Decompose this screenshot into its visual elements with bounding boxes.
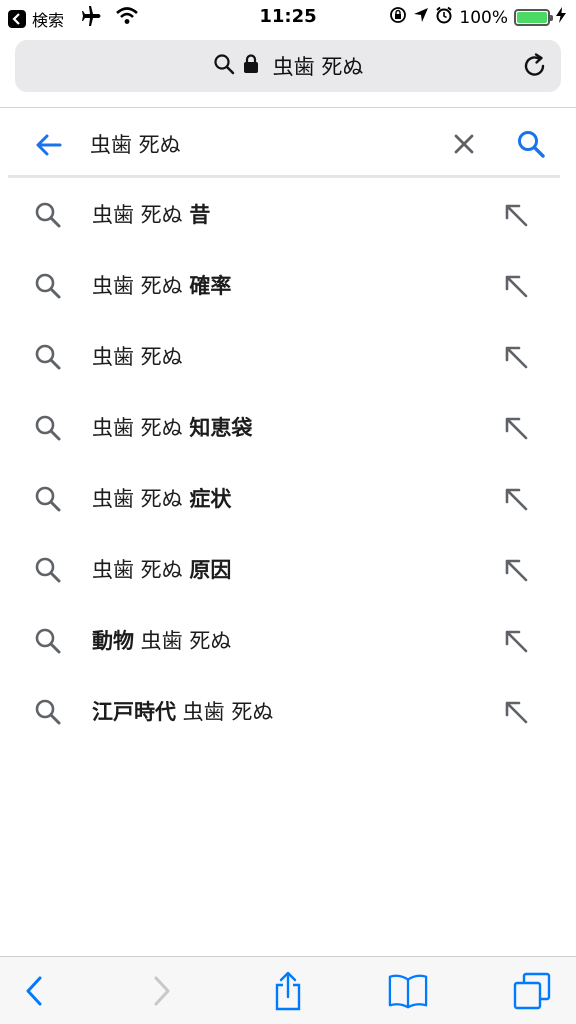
arrow-up-left-icon[interactable] xyxy=(502,485,530,513)
suggestion-pre: 虫歯 死ぬ xyxy=(92,345,183,369)
suggestion-item[interactable]: 動物 虫歯 死ぬ xyxy=(0,605,576,676)
suggestion-item[interactable]: 江戸時代 虫歯 死ぬ xyxy=(0,676,576,747)
search-icon xyxy=(34,272,62,300)
suggestion-text[interactable]: 江戸時代 虫歯 死ぬ xyxy=(92,696,273,726)
suggestion-item[interactable]: 虫歯 死ぬ 原因 xyxy=(0,534,576,605)
search-icon xyxy=(213,53,235,79)
suggestion-bold: 動物 xyxy=(92,629,134,653)
suggestion-text[interactable]: 虫歯 死ぬ 原因 xyxy=(92,554,231,584)
rotation-lock-icon xyxy=(389,6,407,29)
arrow-up-left-icon[interactable] xyxy=(502,343,530,371)
suggestion-text[interactable]: 動物 虫歯 死ぬ xyxy=(92,625,231,655)
search-icon xyxy=(34,485,62,513)
charging-icon xyxy=(556,7,566,28)
book-icon xyxy=(388,974,428,1009)
lock-icon xyxy=(243,54,259,78)
suggestion-text[interactable]: 虫歯 死ぬ xyxy=(92,341,183,371)
suggestion-item[interactable]: 虫歯 死ぬ 昔 xyxy=(0,179,576,250)
back-button[interactable] xyxy=(14,971,54,1011)
search-icon xyxy=(34,414,62,442)
reload-icon[interactable] xyxy=(521,52,549,80)
forward-button[interactable] xyxy=(142,971,182,1011)
bottom-toolbar xyxy=(0,956,576,1024)
chevron-left-icon xyxy=(26,976,42,1006)
address-bar-content[interactable]: 虫歯 死ぬ xyxy=(15,40,561,92)
bookmarks-button[interactable] xyxy=(388,971,428,1011)
arrow-up-left-icon[interactable] xyxy=(502,272,530,300)
suggestion-bold: 原因 xyxy=(189,558,232,582)
address-bar[interactable]: 虫歯 死ぬ xyxy=(15,40,561,92)
suggestion-post: 虫歯 死ぬ xyxy=(176,700,274,724)
suggestion-pre: 虫歯 死ぬ xyxy=(92,487,190,511)
chevron-right-icon xyxy=(154,976,170,1006)
header-divider xyxy=(0,107,576,108)
share-icon xyxy=(275,971,301,1011)
suggestion-item[interactable]: 虫歯 死ぬ 確率 xyxy=(0,250,576,321)
suggestion-item[interactable]: 虫歯 死ぬ 症状 xyxy=(0,463,576,534)
location-icon xyxy=(413,7,429,28)
suggestion-pre: 虫歯 死ぬ xyxy=(92,203,190,227)
search-icon xyxy=(34,627,62,655)
search-box xyxy=(10,112,560,176)
suggestion-item[interactable]: 虫歯 死ぬ xyxy=(0,321,576,392)
search-icon xyxy=(34,556,62,584)
arrow-up-left-icon[interactable] xyxy=(502,627,530,655)
status-bar: 検索 11:25 100% xyxy=(0,0,576,34)
suggestion-text[interactable]: 虫歯 死ぬ 昔 xyxy=(92,199,210,229)
battery-percent: 100% xyxy=(459,7,508,28)
suggestion-bold: 知恵袋 xyxy=(189,416,253,440)
suggestion-pre: 虫歯 死ぬ xyxy=(92,558,190,582)
battery-icon xyxy=(514,9,553,26)
search-underline xyxy=(8,175,560,178)
arrow-up-left-icon[interactable] xyxy=(502,698,530,726)
share-button[interactable] xyxy=(268,971,308,1011)
suggestion-bold: 確率 xyxy=(189,274,232,298)
search-icon xyxy=(34,698,62,726)
search-icon xyxy=(34,201,62,229)
arrow-up-left-icon[interactable] xyxy=(502,556,530,584)
suggestion-bold: 症状 xyxy=(189,487,232,511)
search-input[interactable] xyxy=(90,126,430,162)
tabs-button[interactable] xyxy=(512,971,552,1011)
close-icon[interactable] xyxy=(452,132,476,156)
suggestion-pre: 虫歯 死ぬ xyxy=(92,416,190,440)
suggestion-bold: 江戸時代 xyxy=(92,700,176,724)
status-right: 100% xyxy=(389,6,566,29)
arrow-left-icon[interactable] xyxy=(34,130,64,160)
suggestion-list: 虫歯 死ぬ 昔虫歯 死ぬ 確率 虫歯 死ぬ 虫歯 死ぬ 知恵袋 虫歯 死ぬ 症状 虫歯 … xyxy=(0,179,576,747)
arrow-up-left-icon[interactable] xyxy=(502,414,530,442)
address-bar-text[interactable]: 虫歯 死ぬ xyxy=(273,51,364,81)
suggestion-text[interactable]: 虫歯 死ぬ 確率 xyxy=(92,270,231,300)
suggestion-post: 虫歯 死ぬ xyxy=(134,629,232,653)
suggestion-text[interactable]: 虫歯 死ぬ 症状 xyxy=(92,483,231,513)
search-submit-icon[interactable] xyxy=(516,129,546,159)
suggestion-text[interactable]: 虫歯 死ぬ 知恵袋 xyxy=(92,412,252,442)
arrow-up-left-icon[interactable] xyxy=(502,201,530,229)
suggestion-pre: 虫歯 死ぬ xyxy=(92,274,190,298)
tabs-icon xyxy=(513,972,551,1010)
suggestion-item[interactable]: 虫歯 死ぬ 知恵袋 xyxy=(0,392,576,463)
alarm-icon xyxy=(435,6,453,29)
search-icon xyxy=(34,343,62,371)
suggestion-bold: 昔 xyxy=(189,203,211,227)
